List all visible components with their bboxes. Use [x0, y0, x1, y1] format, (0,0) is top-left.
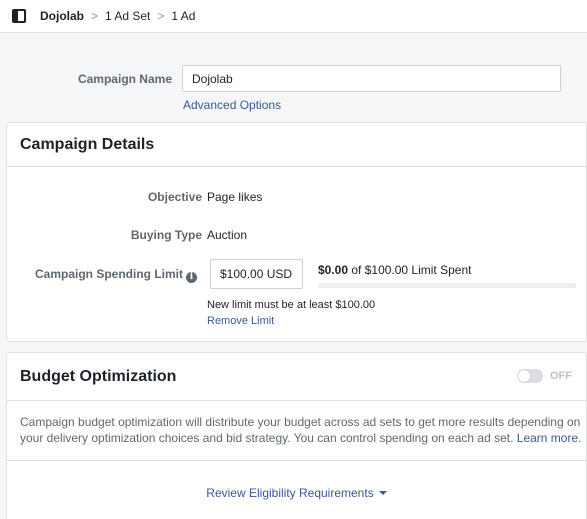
review-eligibility-link[interactable]: Review Eligibility Requirements: [206, 486, 373, 500]
breadcrumb-ad-set[interactable]: 1 Ad Set: [105, 9, 150, 23]
info-icon[interactable]: i: [186, 272, 197, 283]
spending-limit-label: Campaign Spending Limit i: [17, 267, 197, 283]
breadcrumb-separator-icon: >: [91, 9, 99, 23]
divider: [7, 460, 586, 461]
breadcrumb-ad[interactable]: 1 Ad: [171, 9, 195, 23]
toggle-state-label: OFF: [550, 370, 572, 382]
divider: [7, 400, 586, 401]
breadcrumb-campaign[interactable]: Dojolab: [40, 9, 84, 23]
limit-hint: New limit must be at least $100.00: [207, 299, 376, 311]
advanced-options-link[interactable]: Advanced Options: [183, 98, 281, 112]
objective-value: Page likes: [207, 190, 263, 204]
learn-more-link[interactable]: Learn more.: [517, 431, 582, 445]
description-text: Campaign budget optimization will distri…: [20, 415, 581, 445]
spent-suffix: of $100.00 Limit Spent: [351, 263, 472, 277]
budget-optimization-toggle[interactable]: [517, 369, 543, 383]
spent-summary: $0.00 of $100.00 Limit Spent: [318, 263, 471, 277]
objective-label: Objective: [147, 190, 202, 204]
breadcrumb-separator-icon: >: [157, 9, 165, 23]
campaign-details-title: Campaign Details: [20, 136, 155, 153]
budget-optimization-description: Campaign budget optimization will distri…: [20, 414, 585, 446]
buying-type-value: Auction: [207, 228, 248, 242]
divider: [7, 166, 586, 167]
breadcrumb-bar: Dojolab > 1 Ad Set > 1 Ad: [0, 0, 587, 33]
review-eligibility-row: Review Eligibility Requirements: [7, 486, 586, 500]
remove-limit-link[interactable]: Remove Limit: [207, 315, 274, 327]
campaign-details-card: Campaign Details Objective Page likes Bu…: [6, 122, 587, 342]
campaign-name-input[interactable]: Dojolab: [182, 65, 561, 92]
spent-amount: $0.00: [318, 263, 349, 277]
toggle-knob: [518, 370, 530, 382]
budget-optimization-title: Budget Optimization: [20, 368, 177, 385]
spend-progress-bar: [318, 283, 576, 288]
side-panel-icon[interactable]: [12, 9, 26, 23]
chevron-down-icon[interactable]: [378, 491, 387, 495]
spending-limit-input[interactable]: $100.00 USD: [210, 259, 303, 289]
budget-optimization-card: Budget Optimization OFF Campaign budget …: [6, 352, 587, 519]
campaign-name-label: Campaign Name: [77, 72, 172, 86]
spending-limit-label-text: Campaign Spending Limit: [34, 267, 183, 281]
buying-type-label: Buying Type: [130, 228, 202, 242]
